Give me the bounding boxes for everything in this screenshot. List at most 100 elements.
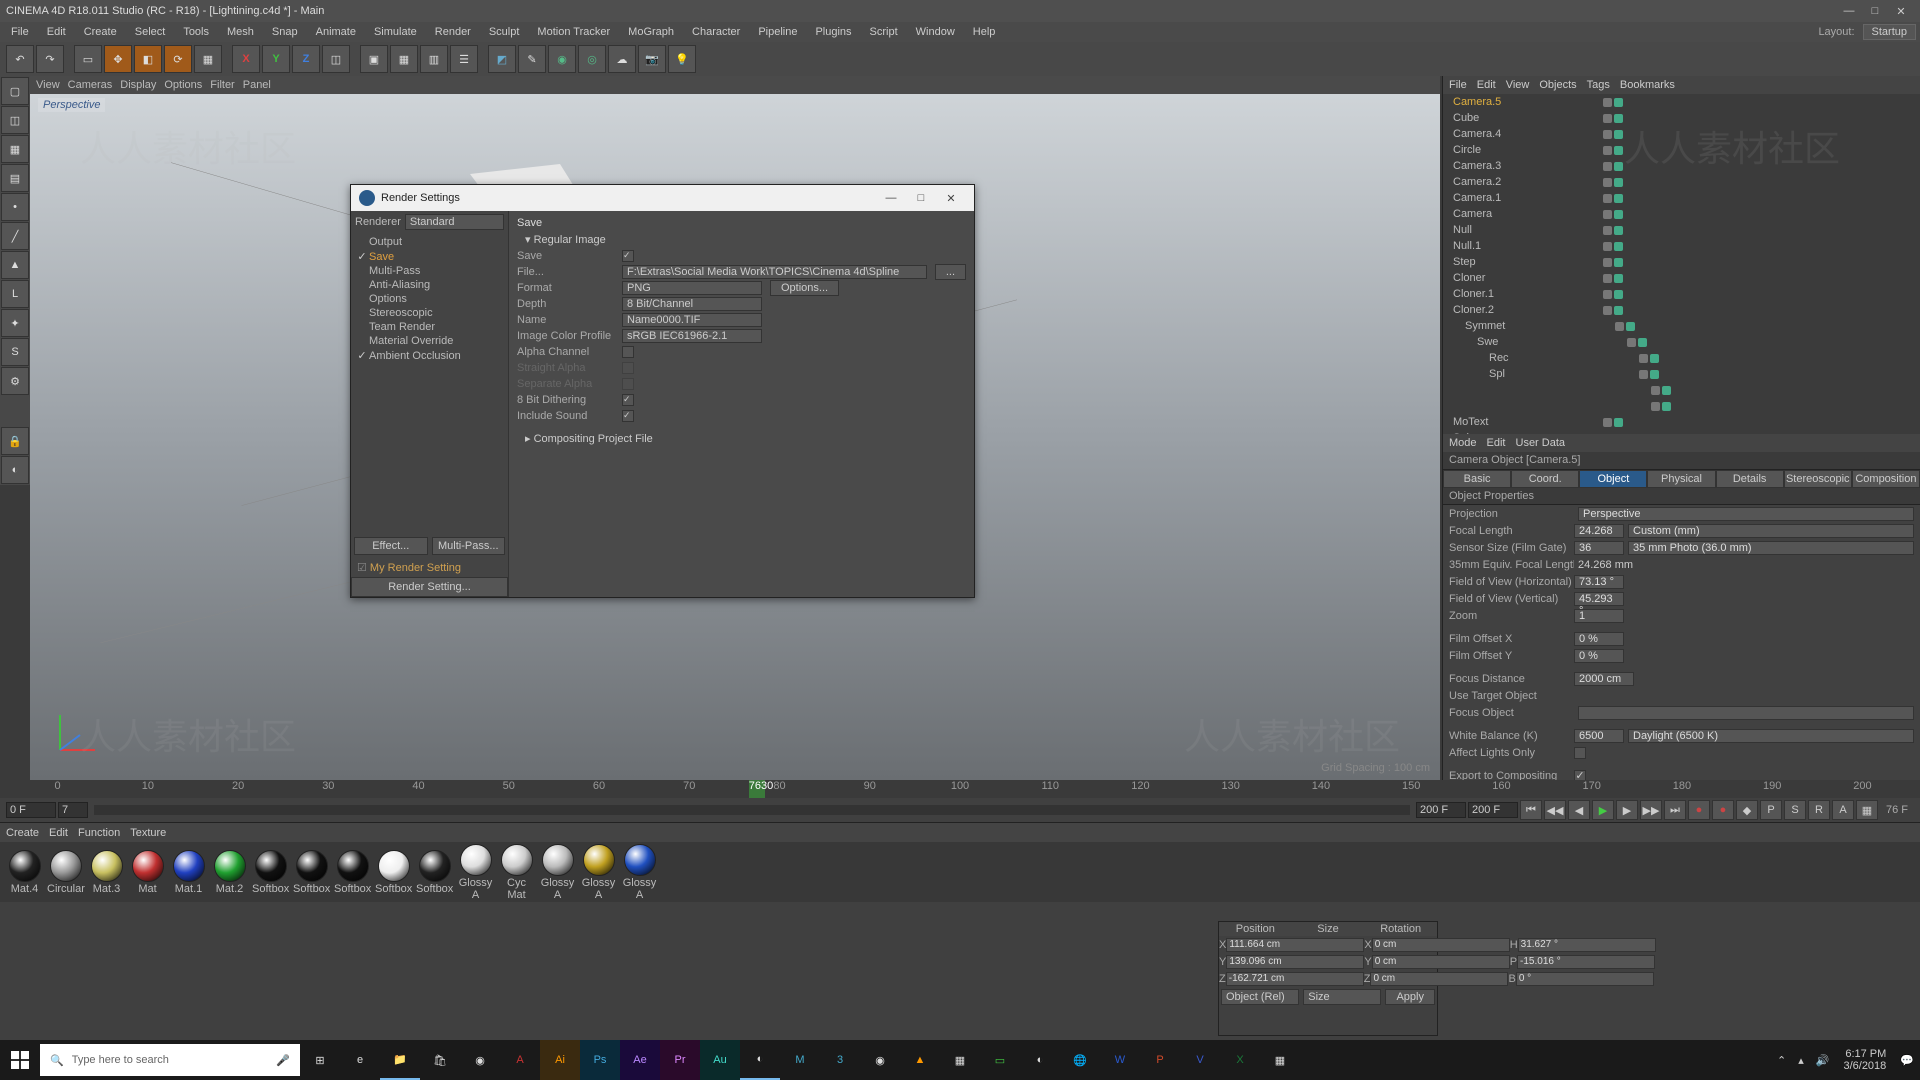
- rot-p-field[interactable]: [1517, 955, 1655, 969]
- focal-field[interactable]: 24.268: [1574, 524, 1624, 538]
- cortana-mic-icon[interactable]: 🎤: [276, 1054, 290, 1067]
- vlc-icon[interactable]: ▲: [900, 1040, 940, 1080]
- material-item[interactable]: Softbox: [293, 850, 330, 895]
- generator-icon[interactable]: ◉: [548, 45, 576, 73]
- object-tree-item[interactable]: Circle: [1443, 142, 1920, 158]
- minimize-button[interactable]: —: [1836, 5, 1862, 17]
- coord-system-icon[interactable]: ◫: [322, 45, 350, 73]
- key-rot-icon[interactable]: R: [1808, 800, 1830, 820]
- dialog-maximize-button[interactable]: □: [906, 192, 936, 204]
- workplane-lock-icon[interactable]: 🔒: [1, 427, 29, 455]
- dialog-close-button[interactable]: ✕: [936, 192, 966, 205]
- coord-mode-dropdown[interactable]: Object (Rel): [1221, 989, 1299, 1005]
- render-category-item[interactable]: Team Render: [351, 320, 508, 334]
- menu-pipeline[interactable]: Pipeline: [751, 24, 804, 40]
- obj-menu-edit[interactable]: Edit: [1477, 79, 1496, 91]
- tab-basic[interactable]: Basic: [1443, 470, 1511, 488]
- object-tree-item[interactable]: Rec: [1443, 350, 1920, 366]
- app-icon-1[interactable]: ◉: [860, 1040, 900, 1080]
- menu-plugins[interactable]: Plugins: [808, 24, 858, 40]
- tab-details[interactable]: Details: [1716, 470, 1784, 488]
- render-category-item[interactable]: ✓Ambient Occlusion: [351, 348, 508, 363]
- object-tree-item[interactable]: Symmet: [1443, 318, 1920, 334]
- timeline-scrollbar[interactable]: [94, 805, 1410, 815]
- key-pla-icon[interactable]: ▦: [1856, 800, 1878, 820]
- timeline-end-field[interactable]: [1416, 802, 1466, 818]
- make-editable-icon[interactable]: ▢: [1, 77, 29, 105]
- cinema4d-icon[interactable]: ◐: [740, 1040, 780, 1080]
- app-icon-5[interactable]: 🌐: [1060, 1040, 1100, 1080]
- light-icon[interactable]: 💡: [668, 45, 696, 73]
- depth-dropdown[interactable]: 8 Bit/Channel: [622, 297, 762, 311]
- menu-sculpt[interactable]: Sculpt: [482, 24, 527, 40]
- attr-menu-mode[interactable]: Mode: [1449, 437, 1477, 449]
- render-category-item[interactable]: ✓Save: [351, 249, 508, 264]
- object-tree-item[interactable]: Camera.3: [1443, 158, 1920, 174]
- menu-mesh[interactable]: Mesh: [220, 24, 261, 40]
- object-tree-item[interactable]: [1443, 398, 1920, 414]
- close-button[interactable]: ✕: [1888, 5, 1914, 18]
- snap-settings-icon[interactable]: ⚙: [1, 367, 29, 395]
- render-category-item[interactable]: Stereoscopic: [351, 306, 508, 320]
- polygon-mode-icon[interactable]: ▲: [1, 251, 29, 279]
- store-icon[interactable]: 🛍: [420, 1040, 460, 1080]
- audition-icon[interactable]: Au: [700, 1040, 740, 1080]
- next-key-icon[interactable]: ▶▶: [1640, 800, 1662, 820]
- material-item[interactable]: Mat.1: [170, 850, 207, 895]
- name-dropdown[interactable]: Name0000.TIF: [622, 313, 762, 327]
- acrobat-icon[interactable]: A: [500, 1040, 540, 1080]
- vp-menu-cameras[interactable]: Cameras: [68, 79, 113, 91]
- axis-mode-icon[interactable]: L: [1, 280, 29, 308]
- layout-dropdown[interactable]: Startup: [1863, 24, 1916, 40]
- menu-character[interactable]: Character: [685, 24, 747, 40]
- attr-menu-userdata[interactable]: User Data: [1516, 437, 1566, 449]
- menu-snap[interactable]: Snap: [265, 24, 305, 40]
- apply-button[interactable]: Apply: [1385, 989, 1435, 1005]
- menu-script[interactable]: Script: [863, 24, 905, 40]
- zoom-field[interactable]: 1: [1574, 609, 1624, 623]
- app-icon-6[interactable]: ▦: [1260, 1040, 1300, 1080]
- tab-physical[interactable]: Physical: [1647, 470, 1715, 488]
- sensor-field[interactable]: 36: [1574, 541, 1624, 555]
- notifications-icon[interactable]: 💬: [1894, 1054, 1920, 1067]
- select-tool-icon[interactable]: ▭: [74, 45, 102, 73]
- projection-dropdown[interactable]: Perspective: [1578, 507, 1914, 521]
- obj-menu-tags[interactable]: Tags: [1587, 79, 1610, 91]
- material-item[interactable]: Circular: [47, 850, 84, 895]
- app-icon-3[interactable]: ▭: [980, 1040, 1020, 1080]
- timeline-end2-field[interactable]: [1468, 802, 1518, 818]
- record-icon[interactable]: ●: [1688, 800, 1710, 820]
- material-item[interactable]: Mat: [129, 850, 166, 895]
- premiere-icon[interactable]: Pr: [660, 1040, 700, 1080]
- renderer-dropdown[interactable]: Standard: [405, 214, 504, 230]
- size-x-field[interactable]: [1372, 938, 1510, 952]
- edge-mode-icon[interactable]: ╱: [1, 222, 29, 250]
- object-tree-item[interactable]: Camera.4: [1443, 126, 1920, 142]
- vp-menu-display[interactable]: Display: [120, 79, 156, 91]
- offx-field[interactable]: 0 %: [1574, 632, 1624, 646]
- next-frame-icon[interactable]: ▶: [1616, 800, 1638, 820]
- vp-menu-filter[interactable]: Filter: [210, 79, 234, 91]
- focusobj-field[interactable]: [1578, 706, 1914, 720]
- obj-menu-bookmarks[interactable]: Bookmarks: [1620, 79, 1675, 91]
- spline-pen-icon[interactable]: ✎: [518, 45, 546, 73]
- workplane-x-icon[interactable]: ◐: [1, 456, 29, 484]
- primitive-cube-icon[interactable]: ◩: [488, 45, 516, 73]
- tray-volume-icon[interactable]: 🔊: [1810, 1054, 1836, 1067]
- object-tree-item[interactable]: MoText: [1443, 414, 1920, 430]
- menu-simulate[interactable]: Simulate: [367, 24, 424, 40]
- tab-coord[interactable]: Coord.: [1511, 470, 1579, 488]
- dialog-minimize-button[interactable]: —: [876, 192, 906, 204]
- size-mode-dropdown[interactable]: Size: [1303, 989, 1381, 1005]
- render-setting-footer-button[interactable]: Render Setting...: [351, 577, 508, 597]
- start-button[interactable]: [0, 1040, 40, 1080]
- scale-tool-icon[interactable]: ◧: [134, 45, 162, 73]
- visio-icon[interactable]: V: [1180, 1040, 1220, 1080]
- object-tree-item[interactable]: Swe: [1443, 334, 1920, 350]
- word-icon[interactable]: W: [1100, 1040, 1140, 1080]
- fovh-field[interactable]: 73.13 °: [1574, 575, 1624, 589]
- object-tree-item[interactable]: [1443, 382, 1920, 398]
- excel-icon[interactable]: X: [1220, 1040, 1260, 1080]
- mat-menu-create[interactable]: Create: [6, 827, 39, 839]
- material-item[interactable]: Glossy A: [539, 844, 576, 901]
